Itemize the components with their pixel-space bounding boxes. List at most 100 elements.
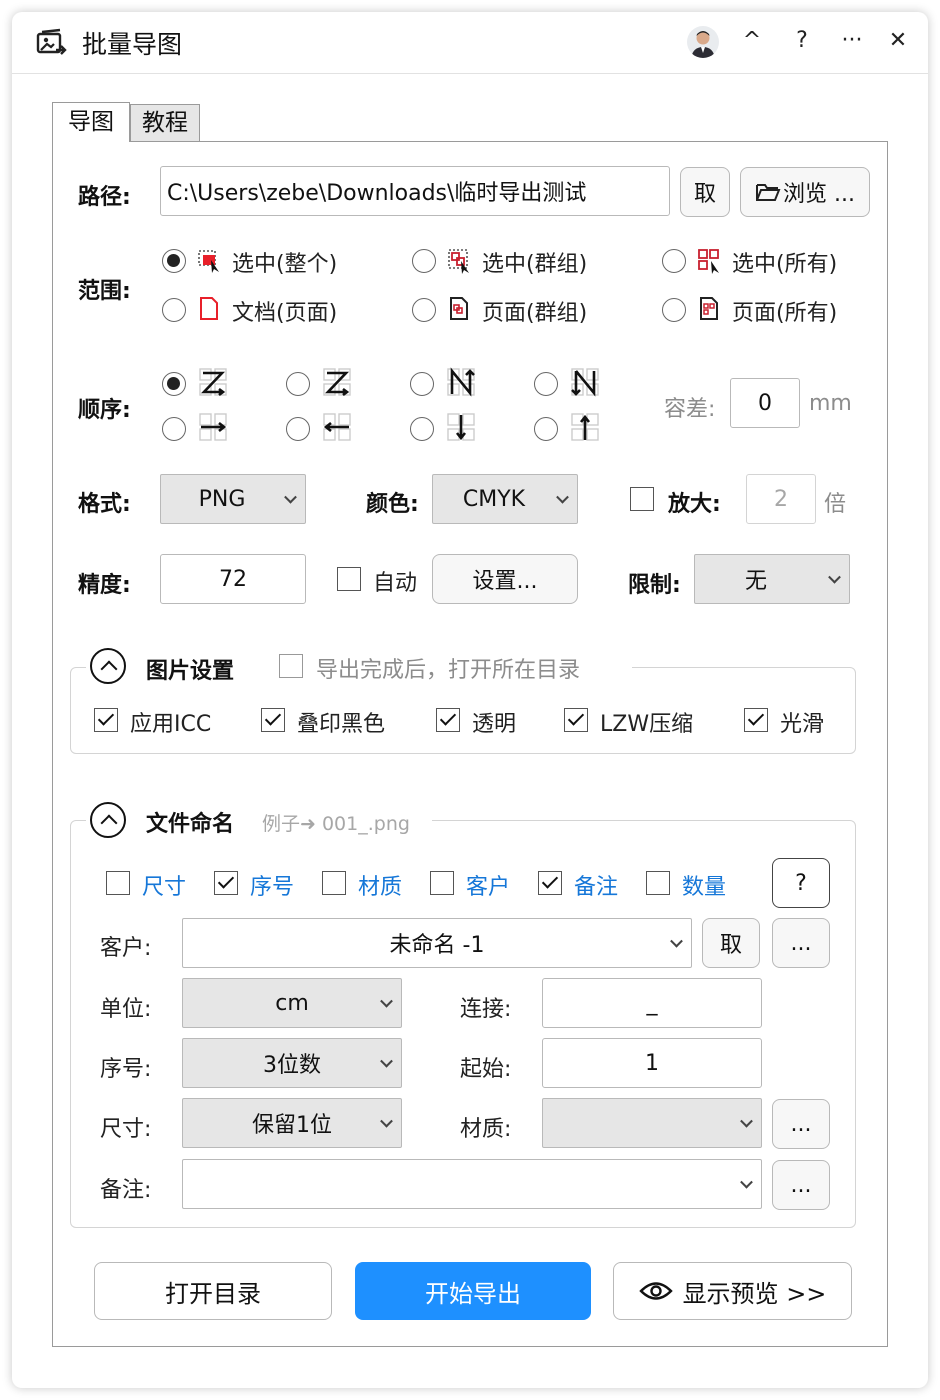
color-select[interactable]: CMYK [432, 474, 578, 524]
size-select[interactable]: 保留1位 [182, 1098, 402, 1148]
chevron-down-icon [380, 994, 393, 1008]
naming-help-button[interactable]: ? [772, 858, 830, 908]
order-radio-col-down[interactable] [410, 417, 434, 441]
tab-export[interactable]: 导图 [52, 102, 130, 142]
show-preview-button[interactable]: 显示预览 >> [613, 1262, 852, 1320]
title-bar: 批量导图 ^ ? ··· ✕ [12, 12, 928, 74]
order-radio-row-right[interactable] [162, 417, 186, 441]
selection-all-icon [698, 249, 719, 274]
seq-select[interactable]: 3位数 [182, 1038, 402, 1088]
close-button[interactable]: ✕ [882, 24, 914, 58]
naming-quantity-checkbox[interactable] [646, 871, 670, 895]
range-radio-document-pages[interactable] [162, 298, 186, 322]
note-select[interactable] [182, 1159, 762, 1209]
format-select[interactable]: PNG [160, 474, 306, 524]
customer-select[interactable]: 未命名 -1 [182, 918, 692, 968]
range-label-selection-group: 选中(群组) [482, 252, 588, 277]
smooth-checkbox[interactable] [744, 708, 768, 732]
file-naming-title: 文件命名 [146, 812, 235, 837]
material-more-button[interactable]: ... [772, 1099, 830, 1149]
apply-icc-label: 应用ICC [130, 712, 212, 737]
show-preview-label: 显示预览 >> [682, 1279, 827, 1308]
open-after-export-label: 导出完成后，打开所在目录 [316, 658, 581, 683]
connector-input[interactable]: _ [542, 978, 762, 1028]
range-radio-selection-group[interactable] [412, 249, 436, 273]
naming-customer-label: 客户 [466, 875, 511, 900]
file-naming-collapse-icon[interactable] [90, 802, 126, 838]
naming-quantity-label: 数量 [682, 875, 727, 900]
unit-select[interactable]: cm [182, 978, 402, 1028]
open-directory-button[interactable]: 打开目录 [94, 1262, 332, 1320]
customer-more-button[interactable]: ... [772, 918, 830, 968]
window-title: 批量导图 [82, 30, 183, 59]
arrow-down-icon [447, 413, 475, 441]
naming-customer-checkbox[interactable] [430, 871, 454, 895]
range-label-page-all: 页面(所有) [732, 301, 838, 326]
page-group-icon [450, 297, 468, 320]
lzw-checkbox[interactable] [564, 708, 588, 732]
open-after-export-checkbox[interactable] [279, 654, 303, 678]
path-pick-button[interactable]: 取 [680, 167, 730, 217]
user-avatar[interactable] [687, 26, 719, 58]
path-input[interactable]: C:\Users\zebe\Downloads\临时导出测试 [160, 166, 670, 216]
order-radio-z-forward[interactable] [162, 372, 186, 396]
order-radio-z-reverse[interactable] [286, 372, 310, 396]
range-radio-selection-all[interactable] [662, 249, 686, 273]
start-input[interactable]: 1 [542, 1038, 762, 1088]
export-image-icon [36, 28, 67, 55]
zoom-checkbox[interactable] [630, 487, 654, 511]
order-label: 顺序: [78, 398, 131, 423]
naming-material-checkbox[interactable] [322, 871, 346, 895]
chevron-down-icon [740, 1114, 753, 1128]
naming-seq-label: 序号 [250, 875, 295, 900]
naming-material-label: 材质 [358, 875, 403, 900]
help-button[interactable]: ? [786, 24, 818, 58]
chevron-down-icon [556, 490, 569, 504]
size-value: 保留1位 [252, 1113, 332, 1138]
order-radio-n-down[interactable] [410, 372, 434, 396]
chevron-down-icon [670, 934, 683, 948]
chevron-down-icon [828, 570, 841, 584]
customer-pick-button[interactable]: 取 [702, 918, 760, 968]
naming-note-label: 备注 [574, 875, 619, 900]
material-select[interactable] [542, 1098, 762, 1148]
naming-size-checkbox[interactable] [106, 871, 130, 895]
range-radio-selection-whole[interactable] [162, 249, 186, 273]
image-settings-collapse-icon[interactable] [90, 648, 126, 684]
limit-value: 无 [744, 569, 767, 594]
tab-tutorial[interactable]: 教程 [130, 104, 200, 142]
precision-input[interactable]: 72 [160, 554, 306, 604]
range-label-selection-whole: 选中(整个) [232, 252, 338, 277]
seq-value: 3位数 [263, 1053, 321, 1078]
file-naming-example: 例子➜ 001_.png [262, 813, 410, 835]
order-radio-n-reverse[interactable] [534, 372, 558, 396]
more-button[interactable]: ··· [836, 24, 868, 58]
apply-icc-checkbox[interactable] [94, 708, 118, 732]
tolerance-unit: mm [809, 391, 852, 416]
note-more-button[interactable]: ... [772, 1160, 830, 1210]
auto-checkbox[interactable] [337, 567, 361, 591]
browse-button[interactable]: 浏览 ... [740, 167, 870, 217]
naming-seq-checkbox[interactable] [214, 871, 238, 895]
collapse-button[interactable]: ^ [736, 24, 768, 58]
start-value: 1 [645, 1050, 659, 1076]
batch-export-window: 批量导图 ^ ? ··· ✕ 导图 教程 路径: C:\Users\zebe\D… [12, 12, 928, 1388]
overprint-black-checkbox[interactable] [261, 708, 285, 732]
chevron-down-icon [284, 490, 297, 504]
naming-note-checkbox[interactable] [538, 871, 562, 895]
settings-button[interactable]: 设置... [432, 554, 578, 604]
range-radio-page-group[interactable] [412, 298, 436, 322]
transparent-checkbox[interactable] [436, 708, 460, 732]
zoom-input[interactable]: 2 [746, 474, 816, 524]
order-radio-row-left[interactable] [286, 417, 310, 441]
range-label-document-pages: 文档(页面) [232, 301, 338, 326]
order-radio-col-up[interactable] [534, 417, 558, 441]
limit-select[interactable]: 无 [694, 554, 850, 604]
range-radio-page-all[interactable] [662, 298, 686, 322]
tolerance-input[interactable]: 0 [730, 378, 800, 428]
start-label: 起始: [460, 1057, 512, 1082]
z-forward-icon [199, 368, 227, 397]
start-export-button[interactable]: 开始导出 [355, 1262, 591, 1320]
chevron-down-icon [380, 1114, 393, 1128]
customer-label: 客户: [100, 936, 152, 961]
